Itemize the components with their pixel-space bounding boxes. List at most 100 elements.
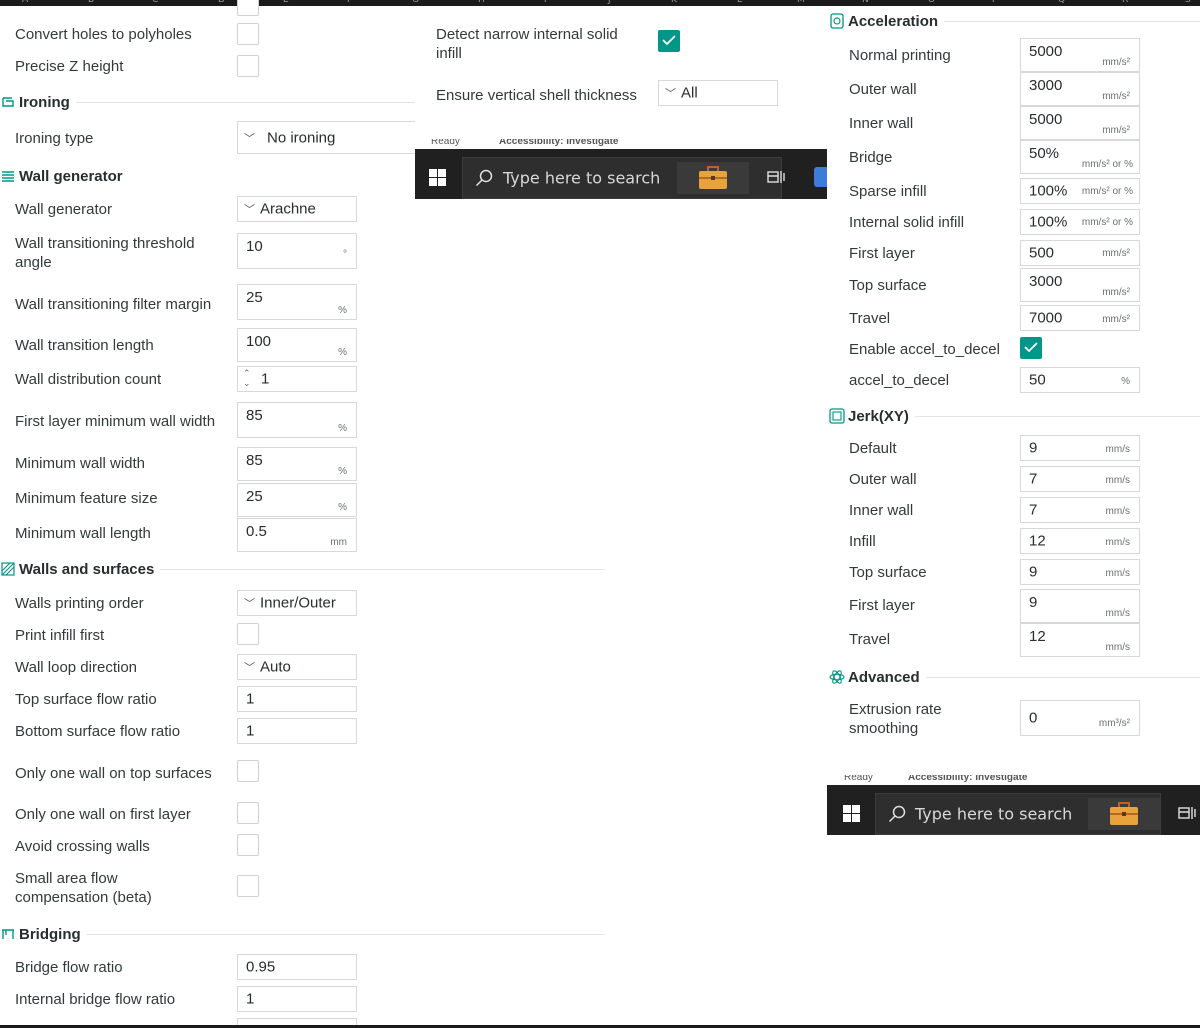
walls-printing-order-dropdown[interactable]: ﹀ Inner/Outer [237,590,357,616]
briefcase-icon[interactable] [677,162,749,194]
setting-label: Top surface flow ratio [15,691,157,708]
section-title: Jerk(XY) [848,407,909,425]
status-bar: Ready Accessibility: Investigate [415,139,827,149]
task-view-icon[interactable] [767,168,785,191]
threshold-angle-input[interactable]: 10 ° [237,233,357,269]
internal-solid-infill-accel-input[interactable]: 100% mm/s² or % [1020,209,1140,235]
jerk-default-input[interactable]: 9 mm/s [1020,435,1140,461]
inner-wall-accel-input[interactable]: 5000 mm/s² [1020,106,1140,140]
column-header[interactable]: F [347,0,352,5]
internal-bridge-flow-input[interactable]: 1 [237,986,357,1012]
column-header[interactable]: N [862,0,869,5]
bottom-surface-flow-input[interactable]: 1 [237,718,357,744]
column-header[interactable]: B [88,0,94,5]
jerk-top-surface-input[interactable]: 9 mm/s [1020,559,1140,585]
unit-label: % [338,502,347,513]
print-infill-first-checkbox[interactable] [237,623,259,645]
outer-wall-accel-input[interactable]: 3000 mm/s² [1020,72,1140,106]
taskbar-search-box[interactable]: Type here to search [462,157,782,199]
distribution-count-stepper[interactable]: ⌃ ⌄ 1 [237,366,357,392]
jerk-infill-input[interactable]: 12 mm/s [1020,528,1140,554]
jerk-inner-wall-input[interactable]: 7 mm/s [1020,497,1140,523]
wall-loop-direction-dropdown[interactable]: ﹀ Auto [237,654,357,680]
min-feature-size-input[interactable]: 25 % [237,483,357,517]
advanced-icon [829,669,845,685]
briefcase-icon[interactable] [1088,798,1160,830]
convert-holes-checkbox[interactable] [237,23,259,45]
setting-row: Internal solid infill [849,212,964,233]
windows-start-icon[interactable] [429,169,447,187]
small-area-flow-checkbox[interactable] [237,875,259,897]
ironing-type-dropdown[interactable]: ﹀ No ironing [237,121,417,154]
column-header[interactable]: S [1185,0,1191,5]
column-header[interactable]: R [1122,0,1128,5]
input-value: 50% [1029,145,1060,162]
enable-accel-to-decel-checkbox[interactable] [1020,337,1042,359]
column-header[interactable]: Q [1058,0,1065,5]
first-layer-min-wall-input[interactable]: 85 % [237,402,357,438]
travel-accel-input[interactable]: 7000 mm/s² [1020,305,1140,331]
sparse-infill-accel-input[interactable]: 100% mm/s² or % [1020,178,1140,204]
bridge-flow-input[interactable]: 0.95 [237,954,357,980]
column-header[interactable]: A [22,0,28,5]
column-header[interactable]: C [152,0,158,5]
setting-label: Bridge flow ratio [15,959,123,976]
input-value: 1 [261,370,270,388]
column-header[interactable]: P [992,0,997,5]
setting-row: accel_to_decel [849,370,949,391]
column-header[interactable]: J [608,0,611,5]
setting-label: Bridge [849,149,893,166]
setting-label: Minimum wall width [15,455,146,472]
column-header[interactable]: D [218,0,225,5]
partial-checkbox[interactable] [237,0,259,16]
one-wall-top-checkbox[interactable] [237,760,259,782]
setting-row: Detect narrow internal solid infill [436,24,641,64]
status-accessibility[interactable]: Accessibility: Investigate [499,139,619,147]
precise-z-checkbox[interactable] [237,55,259,77]
column-header[interactable]: I [544,0,547,5]
column-header[interactable]: G [412,0,419,5]
app-icon-partial[interactable] [814,167,827,187]
column-header[interactable]: M [797,0,805,5]
setting-row: Top surface flow ratio [15,689,157,710]
filter-margin-input[interactable]: 25 % [237,284,357,320]
windows-start-icon[interactable] [843,805,861,823]
taskbar-search-box[interactable]: Type here to search [875,793,1161,835]
transition-length-input[interactable]: 100 % [237,328,357,362]
setting-label: Walls printing order [15,595,144,612]
chevron-down-icon: ﹀ [244,204,255,216]
column-header[interactable]: L [737,0,742,5]
setting-label: Inner wall [849,115,914,132]
setting-label: Wall transitioning filter margin [15,295,212,313]
status-accessibility[interactable]: Accessibility: Investigate [908,775,1028,783]
avoid-crossing-walls-checkbox[interactable] [237,834,259,856]
column-header[interactable]: H [478,0,485,5]
setting-row: Wall transition length [15,335,154,356]
column-header[interactable]: O [928,0,935,5]
jerk-travel-input[interactable]: 12 mm/s [1020,623,1140,657]
detect-narrow-infill-checkbox[interactable] [658,30,680,52]
top-surface-flow-input[interactable]: 1 [237,686,357,712]
min-wall-width-input[interactable]: 85 % [237,447,357,481]
jerk-first-layer-input[interactable]: 9 mm/s [1020,589,1140,623]
unit-label: mm/s² [1102,287,1130,298]
min-wall-length-input[interactable]: 0.5 mm [237,518,357,552]
search-placeholder: Type here to search [503,168,661,188]
chevron-down-icon: ﹀ [244,598,255,610]
setting-label: Infill [849,533,876,550]
top-surface-accel-input[interactable]: 3000 mm/s² [1020,268,1140,302]
setting-row: Walls printing order [15,593,144,614]
normal-printing-accel-input[interactable]: 5000 mm/s² [1020,38,1140,72]
extrusion-rate-smoothing-input[interactable]: 0 mm³/s² [1020,700,1140,736]
first-layer-accel-input[interactable]: 500 mm/s² [1020,240,1140,266]
spin-arrows-icon[interactable]: ⌃ ⌄ [243,368,251,388]
wall-generator-dropdown[interactable]: ﹀ Arachne [237,196,357,222]
task-view-icon[interactable] [1178,804,1196,827]
jerk-outer-wall-input[interactable]: 7 mm/s [1020,466,1140,492]
column-header[interactable]: E [283,0,289,5]
one-wall-first-layer-checkbox[interactable] [237,802,259,824]
bridge-accel-input[interactable]: 50% mm/s² or % [1020,140,1140,174]
accel-to-decel-input[interactable]: 50% [1020,367,1140,393]
vertical-shell-dropdown[interactable]: ﹀ All [658,80,778,106]
column-header[interactable]: K [671,0,677,5]
